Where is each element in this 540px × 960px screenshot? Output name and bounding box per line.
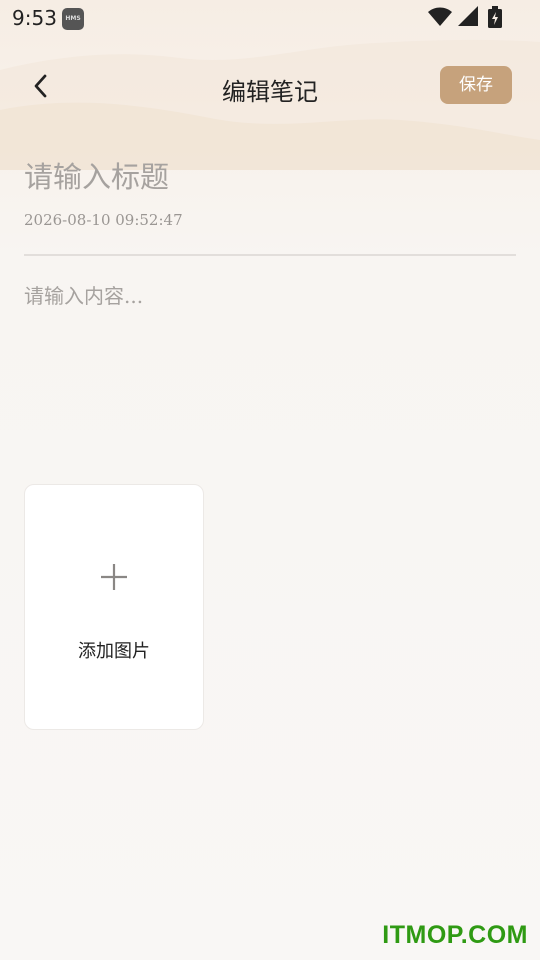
note-title-input[interactable]: [24, 154, 514, 200]
save-button[interactable]: 保存: [440, 66, 512, 104]
title-divider: [24, 254, 516, 256]
status-time: 9:53: [12, 6, 57, 30]
add-image-button[interactable]: 添加图片: [24, 484, 204, 730]
add-image-label: 添加图片: [78, 641, 150, 662]
battery-charging-icon: [488, 6, 502, 28]
note-content-input[interactable]: [24, 280, 516, 460]
wifi-icon: [428, 7, 452, 26]
plus-icon: [101, 564, 127, 590]
note-timestamp: 2026-08-10 09:52:47: [24, 211, 183, 229]
top-app-bar: 编辑笔记 保存: [0, 56, 540, 116]
site-watermark: ITMOP.COM: [382, 921, 528, 949]
status-bar: 9:53 HMS: [0, 0, 540, 36]
signal-icon: [458, 6, 478, 26]
hms-notification-icon: HMS: [62, 8, 84, 30]
